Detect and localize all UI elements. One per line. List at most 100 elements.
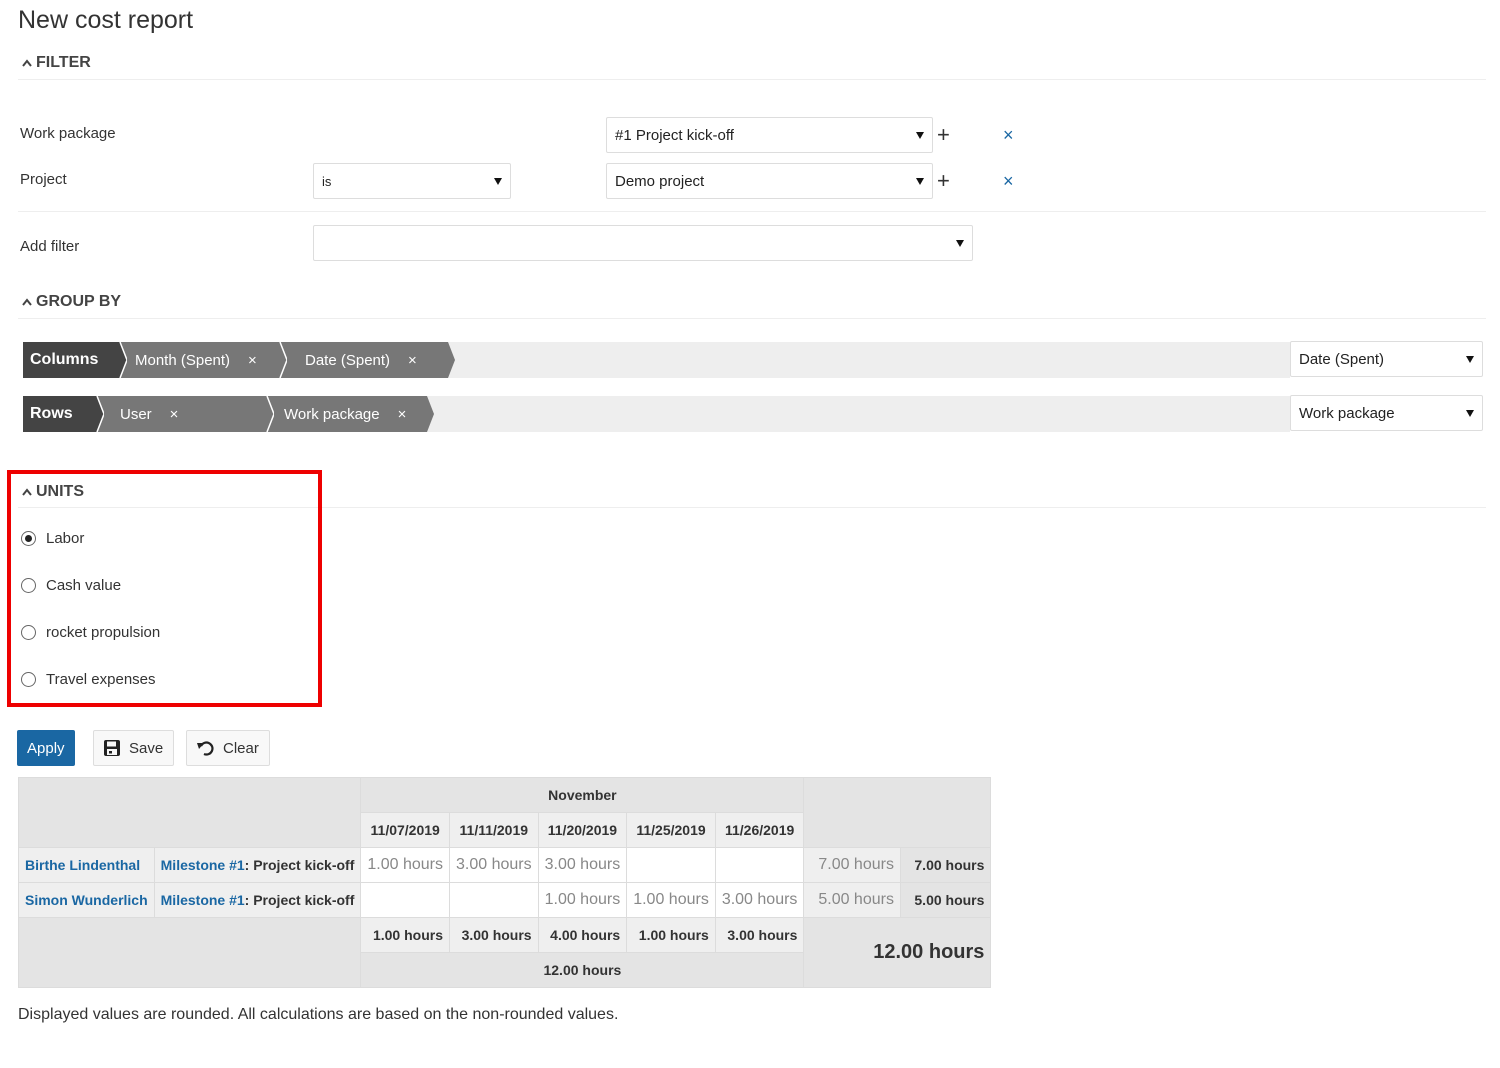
crumb-arrow [89, 396, 104, 432]
apply-button[interactable]: Apply [17, 730, 75, 766]
remove-chip-icon[interactable]: × [408, 352, 417, 369]
button-label: Apply [27, 739, 65, 757]
add-value-plus-icon[interactable]: + [937, 124, 950, 146]
select-value: Demo project [615, 172, 705, 190]
rows-chip-work-package[interactable]: Work package × [260, 396, 434, 432]
column-total: 3.00 hours [448, 917, 539, 953]
value-cell[interactable]: 1.00 hours [537, 882, 628, 918]
floppy-disk-icon [104, 740, 120, 756]
columns-chip-month-spent[interactable]: Month (Spent) × [113, 342, 287, 378]
date-header: 11/07/2019 [360, 812, 450, 848]
table-row: Birthe Lindenthal Milestone #1: Project … [18, 847, 992, 883]
value-cell[interactable] [448, 882, 539, 918]
filter-section-toggle[interactable]: FILTER [22, 54, 91, 72]
crumb-arrow [419, 396, 434, 432]
project-value-select[interactable]: Demo project [606, 163, 933, 199]
remove-chip-icon[interactable]: × [248, 352, 257, 369]
chevron-up-icon [22, 488, 32, 496]
filter-section-label: FILTER [36, 54, 91, 71]
group-by-rows-bar[interactable]: Rows User × Work package × [23, 396, 1290, 432]
column-total: 1.00 hours [360, 917, 450, 953]
add-value-plus-icon[interactable]: + [937, 170, 950, 192]
button-label: Clear [223, 739, 259, 757]
button-label: Save [129, 739, 164, 757]
value-cell[interactable]: 3.00 hours [537, 847, 628, 883]
value-cell[interactable]: 1.00 hours [626, 882, 716, 918]
radio-selected-dot [25, 535, 32, 542]
unit-option-rocket-propulsion[interactable]: rocket propulsion [21, 624, 160, 641]
columns-add-select[interactable]: Date (Spent) [1290, 341, 1483, 377]
footer-corner [17, 917, 362, 988]
date-header: 11/26/2019 [714, 812, 805, 848]
rows-add-select[interactable]: Work package [1290, 395, 1483, 431]
dropdown-arrow-icon [956, 239, 964, 247]
divider [18, 211, 1486, 212]
value-cell[interactable] [714, 847, 805, 883]
user-cell: Birthe Lindenthal [18, 847, 155, 883]
crumb-arrow [112, 342, 127, 378]
value-cell[interactable] [626, 847, 716, 883]
chip-label: Month (Spent) [135, 351, 231, 369]
value-cell[interactable]: 3.00 hours [448, 847, 539, 883]
columns-label: Columns [23, 342, 127, 378]
value-cell[interactable]: 1.00 hours [360, 847, 450, 883]
work-package-type-link[interactable]: Milestone #1 [161, 892, 245, 908]
divider [18, 79, 1486, 80]
remove-filter-icon[interactable]: × [1003, 172, 1014, 190]
value-cell[interactable] [360, 882, 450, 918]
value-cell[interactable]: 3.00 hours [714, 882, 805, 918]
remove-chip-icon[interactable]: × [398, 406, 407, 423]
date-header: 11/11/2019 [448, 812, 539, 848]
add-filter-select[interactable] [313, 225, 973, 261]
user-link[interactable]: Simon Wunderlich [25, 892, 148, 908]
column-total: 1.00 hours [626, 917, 716, 953]
clear-button[interactable]: Clear [186, 730, 270, 766]
work-package-title: : Project kick-off [244, 856, 355, 873]
crumb-arrow [259, 396, 274, 432]
work-package-title: : Project kick-off [244, 891, 355, 908]
unit-option-cash-value[interactable]: Cash value [21, 577, 121, 594]
chevron-up-icon [22, 59, 32, 67]
dropdown-arrow-icon [494, 177, 502, 185]
group-by-columns-bar[interactable]: Columns Month (Spent) × Date (Spent) × [23, 342, 1290, 378]
crumb-arrow [440, 342, 455, 378]
rows-chip-user[interactable]: User × [90, 396, 274, 432]
unit-label: Travel expenses [46, 671, 156, 688]
column-total: 3.00 hours [714, 917, 805, 953]
select-value: Date (Spent) [1299, 350, 1385, 368]
radio-button[interactable] [21, 578, 36, 593]
save-button[interactable]: Save [93, 730, 175, 766]
radio-button[interactable] [21, 625, 36, 640]
chip-label: Date (Spent) [305, 351, 391, 369]
unit-label: rocket propulsion [46, 624, 161, 641]
table-row: Simon Wunderlich Milestone #1: Project k… [18, 882, 992, 918]
work-package-type-link[interactable]: Milestone #1 [161, 857, 245, 873]
rounding-footnote: Displayed values are rounded. All calcul… [18, 1006, 619, 1023]
date-header: 11/20/2019 [537, 812, 628, 848]
unit-label: Labor [46, 530, 85, 547]
undo-icon [197, 740, 214, 756]
work-package-value-select[interactable]: #1 Project kick-off [606, 117, 933, 153]
dropdown-arrow-icon [1466, 355, 1474, 363]
unit-option-labor[interactable]: Labor [21, 530, 84, 547]
filter-label-work-package: Work package [20, 125, 116, 142]
date-header: 11/25/2019 [626, 812, 716, 848]
radio-button[interactable] [21, 672, 36, 687]
row-total: 5.00 hours [899, 882, 992, 918]
month-header: November [360, 777, 805, 813]
dropdown-arrow-icon [916, 177, 924, 185]
radio-button[interactable] [21, 531, 36, 546]
remove-chip-icon[interactable]: × [170, 406, 179, 423]
columns-chip-date-spent[interactable]: Date (Spent) × [273, 342, 455, 378]
user-link[interactable]: Birthe Lindenthal [25, 857, 140, 873]
work-package-cell: Milestone #1: Project kick-off [153, 847, 362, 883]
select-value: is [322, 173, 332, 189]
units-section-toggle[interactable]: UNITS [22, 483, 84, 501]
unit-option-travel-expenses[interactable]: Travel expenses [21, 671, 156, 688]
crumb-text: Columns [30, 351, 99, 368]
unit-label: Cash value [46, 577, 122, 594]
group-by-section-toggle[interactable]: GROUP BY [22, 293, 121, 311]
rows-label: Rows [23, 396, 104, 432]
remove-filter-icon[interactable]: × [1003, 126, 1014, 144]
project-operator-select[interactable]: is [313, 163, 511, 199]
